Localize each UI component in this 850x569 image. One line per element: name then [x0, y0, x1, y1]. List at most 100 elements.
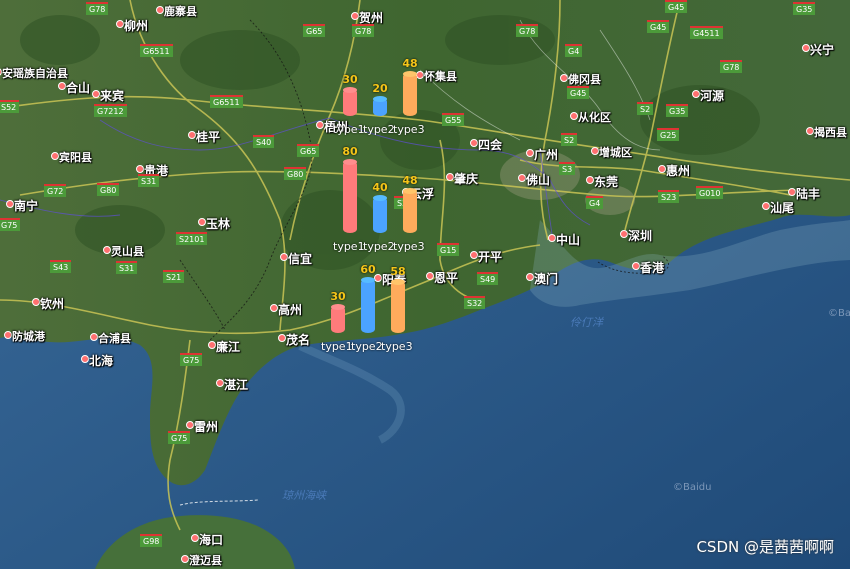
city-label[interactable]: 恩平 [434, 269, 458, 286]
city-marker-icon[interactable] [762, 202, 770, 210]
city-label[interactable]: 桂平 [196, 128, 220, 145]
city-marker-icon[interactable] [58, 82, 66, 90]
city-marker-icon[interactable] [632, 262, 640, 270]
bar-value-label: 40 [372, 181, 388, 194]
city-marker-icon[interactable] [586, 176, 594, 184]
city-label[interactable]: 香港 [640, 259, 664, 276]
city-marker-icon[interactable] [426, 272, 434, 280]
bar-type2[interactable] [373, 195, 387, 233]
city-label[interactable]: 柳州 [124, 17, 148, 34]
city-marker-icon[interactable] [156, 6, 164, 14]
city-label[interactable]: 防城港 [12, 328, 45, 344]
city-label[interactable]: 灵山县 [111, 243, 144, 259]
bar-type3[interactable] [403, 70, 417, 116]
city-label[interactable]: 河源 [700, 87, 724, 104]
highway-shield-icon: G75 [180, 353, 203, 366]
city-label[interactable]: 兴宁 [810, 41, 834, 58]
city-label[interactable]: 怀集县 [424, 68, 457, 84]
bar-type3[interactable] [403, 187, 417, 233]
city-label[interactable]: 信宜 [288, 250, 312, 267]
city-label[interactable]: 玉林 [206, 215, 230, 232]
city-marker-icon[interactable] [470, 139, 478, 147]
bar-type2[interactable] [373, 96, 387, 116]
city-label[interactable]: 揭西县 [814, 124, 847, 140]
city-marker-icon[interactable] [186, 421, 194, 429]
city-label[interactable]: 从化区 [578, 109, 611, 125]
city-marker-icon[interactable] [470, 251, 478, 259]
city-marker-icon[interactable] [191, 534, 199, 542]
city-marker-icon[interactable] [658, 165, 666, 173]
city-marker-icon[interactable] [208, 341, 216, 349]
city-label[interactable]: 佛山 [526, 171, 550, 188]
city-label[interactable]: 茂名 [286, 331, 310, 348]
city-marker-icon[interactable] [280, 253, 288, 261]
city-label[interactable]: 四会 [478, 136, 502, 153]
city-marker-icon[interactable] [591, 147, 599, 155]
city-marker-icon[interactable] [788, 188, 796, 196]
city-label[interactable]: 澳门 [534, 270, 558, 287]
city-marker-icon[interactable] [278, 334, 286, 342]
city-label[interactable]: 增城区 [599, 144, 632, 160]
city-label[interactable]: 广州 [534, 146, 558, 163]
city-marker-icon[interactable] [136, 165, 144, 173]
city-marker-icon[interactable] [270, 304, 278, 312]
city-label[interactable]: 雷州 [194, 418, 218, 435]
city-marker-icon[interactable] [518, 174, 526, 182]
city-label[interactable]: 惠州 [666, 162, 690, 179]
city-marker-icon[interactable] [92, 90, 100, 98]
city-marker-icon[interactable] [4, 331, 12, 339]
city-label[interactable]: 北海 [89, 352, 113, 369]
city-marker-icon[interactable] [548, 234, 556, 242]
city-marker-icon[interactable] [692, 90, 700, 98]
city-marker-icon[interactable] [446, 173, 454, 181]
city-label[interactable]: 肇庆 [454, 170, 478, 187]
city-label[interactable]: 钦州 [40, 295, 64, 312]
bar-type1[interactable] [343, 87, 357, 116]
city-label[interactable]: 鹿寨县 [164, 3, 197, 19]
city-marker-icon[interactable] [90, 333, 98, 341]
city-label[interactable]: 深圳 [628, 227, 652, 244]
city-label[interactable]: 澄迈县 [189, 552, 222, 568]
city-label[interactable]: 东莞 [594, 173, 618, 190]
city-marker-icon[interactable] [216, 379, 224, 387]
city-marker-icon[interactable] [188, 131, 196, 139]
city-label[interactable]: 陆丰 [796, 185, 820, 202]
city-label[interactable]: 宾阳县 [59, 149, 92, 165]
city-label[interactable]: 开平 [478, 248, 502, 265]
city-marker-icon[interactable] [560, 74, 568, 82]
city-marker-icon[interactable] [802, 44, 810, 52]
city-label[interactable]: 中山 [556, 231, 580, 248]
city-label[interactable]: 汕尾 [770, 199, 794, 216]
city-marker-icon[interactable] [81, 355, 89, 363]
bar-type3[interactable] [391, 278, 405, 333]
city-marker-icon[interactable] [316, 121, 324, 129]
bar-type1[interactable] [343, 159, 357, 233]
city-marker-icon[interactable] [32, 298, 40, 306]
city-label[interactable]: 南宁 [14, 197, 38, 214]
city-marker-icon[interactable] [806, 127, 814, 135]
city-marker-icon[interactable] [116, 20, 124, 28]
city-marker-icon[interactable] [6, 200, 14, 208]
city-marker-icon[interactable] [620, 230, 628, 238]
city-marker-icon[interactable] [103, 246, 111, 254]
city-label[interactable]: 湛江 [224, 376, 248, 393]
city-marker-icon[interactable] [570, 112, 578, 120]
satellite-map[interactable] [0, 0, 850, 569]
city-marker-icon[interactable] [351, 12, 359, 20]
city-label[interactable]: 廉江 [216, 338, 240, 355]
city-label[interactable]: 佛冈县 [568, 71, 601, 87]
city-label[interactable]: 海口 [199, 531, 223, 548]
city-label[interactable]: 来宾 [100, 87, 124, 104]
bar-type2[interactable] [361, 277, 375, 333]
city-marker-icon[interactable] [416, 71, 424, 79]
city-marker-icon[interactable] [526, 149, 534, 157]
city-label[interactable]: 安瑶族自治县 [2, 65, 68, 81]
city-label[interactable]: 合浦县 [98, 330, 131, 346]
city-marker-icon[interactable] [198, 218, 206, 226]
bar-type1[interactable] [331, 304, 345, 333]
city-label[interactable]: 高州 [278, 301, 302, 318]
city-marker-icon[interactable] [181, 555, 189, 563]
city-marker-icon[interactable] [526, 273, 534, 281]
city-marker-icon[interactable] [51, 152, 59, 160]
city-label[interactable]: 合山 [66, 79, 90, 96]
